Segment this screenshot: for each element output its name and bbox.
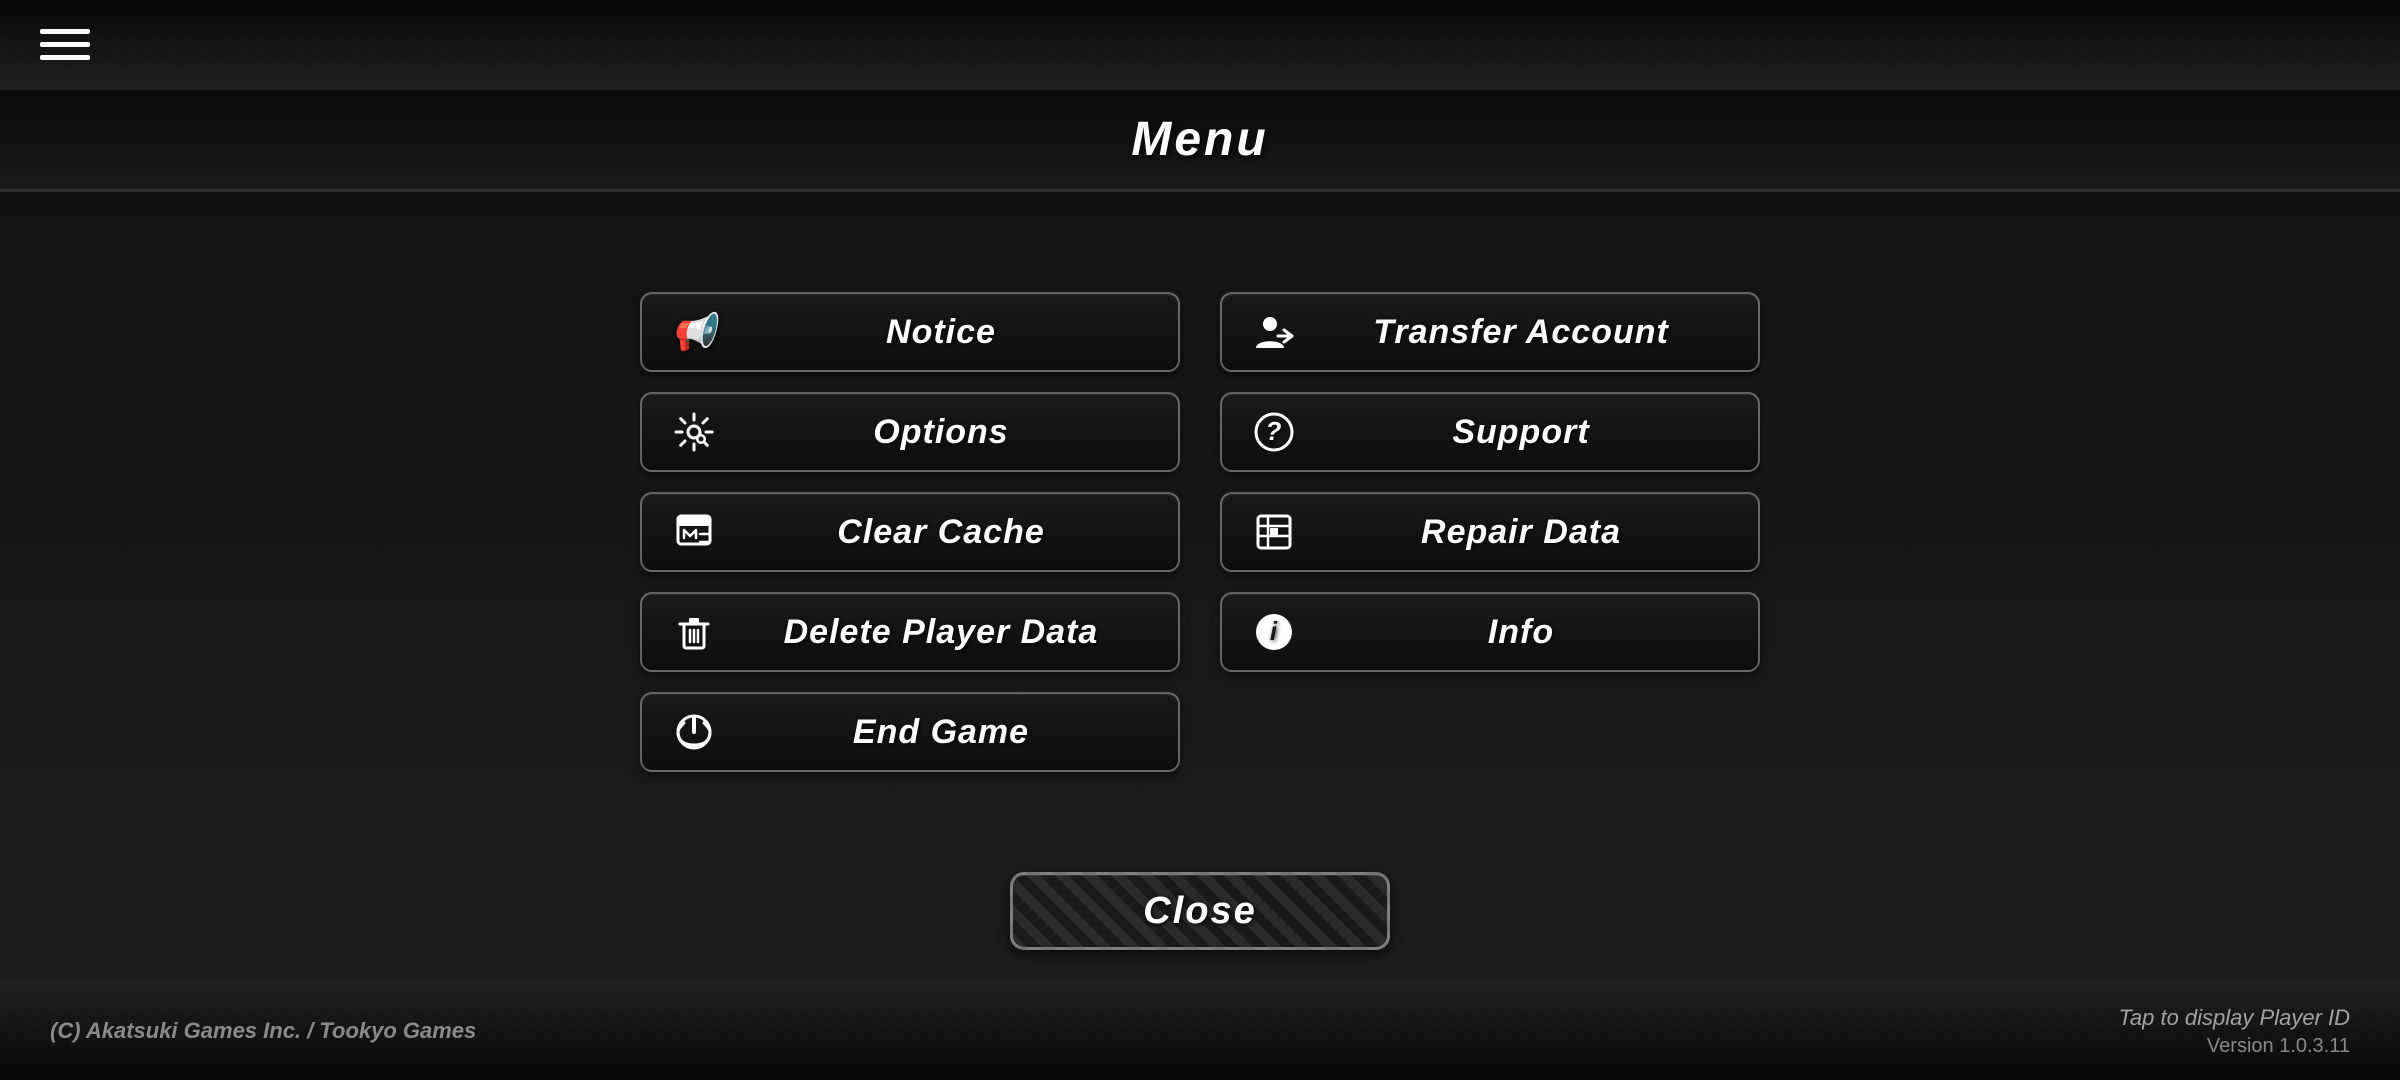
transfer-account-label: Transfer Account xyxy=(1314,313,1728,352)
end-game-icon xyxy=(672,712,716,752)
menu-dialog: Menu 📢 Notice Transfer Account xyxy=(0,90,2400,980)
end-game-button[interactable]: End Game xyxy=(640,692,1180,772)
info-button[interactable]: i Info xyxy=(1220,592,1760,672)
svg-text:?: ? xyxy=(1266,416,1283,446)
version-text: Version 1.0.3.11 xyxy=(2207,1035,2350,1058)
clear-cache-icon xyxy=(672,512,716,552)
button-row-5: End Game xyxy=(640,692,1760,772)
svg-text:i: i xyxy=(1270,616,1278,646)
delete-player-data-icon xyxy=(672,612,716,652)
transfer-account-icon xyxy=(1252,312,1296,352)
notice-label: Notice xyxy=(734,313,1148,352)
menu-title: Menu xyxy=(1131,113,1268,166)
close-label: Close xyxy=(1143,890,1256,933)
hamburger-line-2 xyxy=(40,42,90,47)
delete-player-data-label: Delete Player Data xyxy=(734,613,1148,652)
bottom-right-group: Tap to display Player ID Version 1.0.3.1… xyxy=(2118,1005,2350,1058)
repair-data-button[interactable]: Repair Data xyxy=(1220,492,1760,572)
options-label: Options xyxy=(734,413,1148,452)
clear-cache-button[interactable]: Clear Cache xyxy=(640,492,1180,572)
menu-buttons-grid: 📢 Notice Transfer Account xyxy=(640,192,1760,872)
delete-player-data-button[interactable]: Delete Player Data xyxy=(640,592,1180,672)
options-button[interactable]: Options xyxy=(640,392,1180,472)
button-row-1: 📢 Notice Transfer Account xyxy=(640,292,1760,372)
tap-player-id-text[interactable]: Tap to display Player ID xyxy=(2118,1005,2350,1031)
empty-slot xyxy=(1220,692,1760,772)
top-bar xyxy=(0,0,2400,90)
menu-title-bar: Menu xyxy=(0,90,2400,192)
button-row-3: Clear Cache Repair Data xyxy=(640,492,1760,572)
button-row-4: Delete Player Data i Info xyxy=(640,592,1760,672)
end-game-label: End Game xyxy=(734,713,1148,752)
button-row-2: Options ? Support xyxy=(640,392,1760,472)
bottom-bar: (C) Akatsuki Games Inc. / Tookyo Games T… xyxy=(0,980,2400,1080)
support-button[interactable]: ? Support xyxy=(1220,392,1760,472)
hamburger-line-1 xyxy=(40,29,90,34)
support-label: Support xyxy=(1314,413,1728,452)
clear-cache-label: Clear Cache xyxy=(734,513,1148,552)
copyright-text: (C) Akatsuki Games Inc. / Tookyo Games xyxy=(50,1018,476,1044)
repair-data-icon xyxy=(1252,512,1296,552)
hamburger-menu-button[interactable] xyxy=(40,29,90,60)
hamburger-line-3 xyxy=(40,55,90,60)
close-button-wrap: Close xyxy=(1010,872,1390,950)
repair-data-label: Repair Data xyxy=(1314,513,1728,552)
transfer-account-button[interactable]: Transfer Account xyxy=(1220,292,1760,372)
options-icon xyxy=(672,412,716,452)
notice-button[interactable]: 📢 Notice xyxy=(640,292,1180,372)
close-button[interactable]: Close xyxy=(1010,872,1390,950)
info-icon: i xyxy=(1252,612,1296,652)
notice-icon: 📢 xyxy=(672,311,716,353)
info-label: Info xyxy=(1314,613,1728,652)
support-icon: ? xyxy=(1252,412,1296,452)
